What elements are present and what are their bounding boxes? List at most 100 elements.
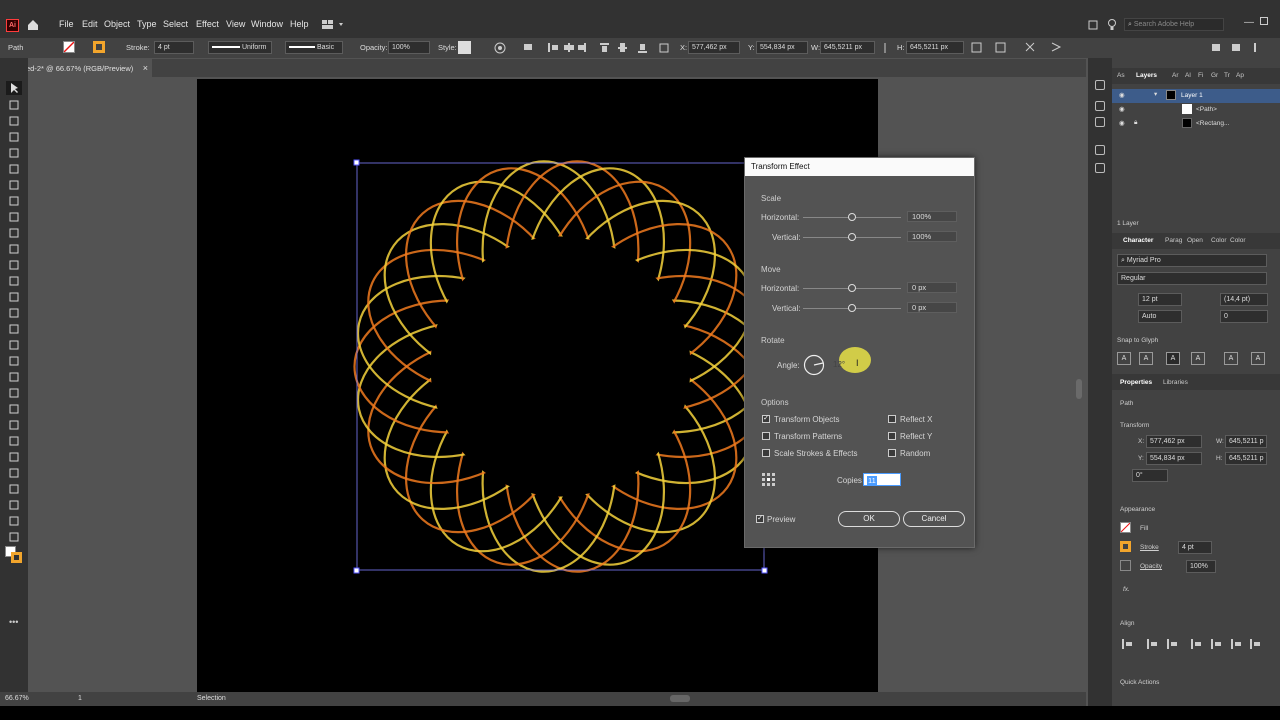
align-icon-4[interactable]: [1211, 639, 1221, 649]
home-icon[interactable]: [27, 19, 39, 31]
rectangle-tool-icon[interactable]: [7, 211, 21, 223]
maximize-icon[interactable]: [1260, 17, 1268, 25]
selection-tool-icon[interactable]: [6, 81, 22, 95]
menu-view[interactable]: View: [226, 19, 245, 29]
arrange-icon[interactable]: [1088, 20, 1098, 30]
type-tool-icon[interactable]: [7, 179, 21, 191]
reference-point-icon[interactable]: [762, 473, 775, 486]
font-size-field[interactable]: 12 pt: [1138, 293, 1182, 306]
paintbrush-tool-icon[interactable]: [7, 243, 21, 255]
tab-properties[interactable]: Properties: [1120, 379, 1152, 386]
y-field[interactable]: 554,834 px: [756, 41, 808, 54]
character-tab-3[interactable]: Color: [1211, 237, 1227, 244]
opacity-label[interactable]: Opacity: [1140, 563, 1162, 570]
transform-patterns-label[interactable]: Transform Patterns: [774, 432, 842, 441]
character-tab-4[interactable]: Color: [1230, 237, 1246, 244]
symbol-tool-icon[interactable]: [7, 451, 21, 463]
stroke-swatch[interactable]: [93, 41, 105, 53]
vertical-scrollbar[interactable]: [1072, 79, 1086, 692]
scale-strokes-label[interactable]: Scale Strokes & Effects: [774, 449, 857, 458]
snap-glyph-icon-4[interactable]: A: [1224, 352, 1238, 365]
warp-tool-icon[interactable]: [7, 323, 21, 335]
recolor-icon[interactable]: [494, 42, 506, 54]
align-icon-0[interactable]: [1122, 639, 1132, 649]
expand-icon[interactable]: ▾: [1154, 90, 1157, 98]
stroke-profile-select[interactable]: Uniform: [208, 41, 272, 54]
layer-row[interactable]: ◉ <Path>: [1112, 103, 1280, 117]
cancel-button[interactable]: Cancel: [903, 511, 965, 527]
eraser-tool-icon[interactable]: [7, 275, 21, 287]
font-style-select[interactable]: Regular: [1117, 272, 1267, 285]
resize-handle[interactable]: [761, 567, 768, 574]
layer-row[interactable]: ◉ 🔒︎ <Rectang...: [1112, 117, 1280, 131]
snap-glyph-icon-2[interactable]: A: [1166, 352, 1180, 365]
align-icon-5[interactable]: [1231, 639, 1241, 649]
eye-icon[interactable]: ◉: [1119, 91, 1125, 99]
menu-type[interactable]: Type: [137, 19, 157, 29]
random-label[interactable]: Random: [900, 449, 930, 458]
align-icon-1[interactable]: [1147, 639, 1157, 649]
rotate-field[interactable]: 0°: [1132, 469, 1168, 482]
stroke-swatch[interactable]: [1120, 541, 1131, 552]
layer-name[interactable]: Layer 1: [1181, 92, 1203, 99]
resize-handle[interactable]: [353, 159, 360, 166]
fill-swatch[interactable]: [63, 41, 75, 53]
lasso-tool-icon[interactable]: [7, 131, 21, 143]
menu-file[interactable]: File: [59, 19, 74, 29]
scale-vertical-knob[interactable]: [848, 233, 856, 241]
panel-icon-4[interactable]: [1095, 163, 1105, 173]
angle-field[interactable]: 12°: [833, 360, 845, 369]
character-tab-1[interactable]: Parag: [1165, 237, 1182, 244]
copies-field[interactable]: 11: [863, 473, 901, 486]
style-swatch[interactable]: [458, 41, 471, 54]
hand-tool-icon[interactable]: [7, 515, 21, 527]
preview-label[interactable]: Preview: [767, 515, 795, 524]
zoom-level[interactable]: 66.67%: [5, 695, 29, 702]
opacity-field[interactable]: 100%: [1186, 560, 1216, 573]
stroke-weight-field[interactable]: 4 pt: [154, 41, 194, 54]
layer-row[interactable]: ◉ ▾ Layer 1: [1112, 89, 1280, 103]
ok-button[interactable]: OK: [838, 511, 900, 527]
layers-tab-4[interactable]: Fi: [1198, 72, 1203, 79]
snap-glyph-icon-3[interactable]: A: [1191, 352, 1205, 365]
slice-tool-icon[interactable]: [7, 499, 21, 511]
angle-dial[interactable]: [803, 354, 825, 376]
align-icon-3[interactable]: [1191, 639, 1201, 649]
leading-field[interactable]: (14,4 pt): [1220, 293, 1268, 306]
perspective-tool-icon[interactable]: [7, 371, 21, 383]
panel-icon-3[interactable]: [1095, 145, 1105, 155]
x-field[interactable]: 577,462 px: [688, 41, 740, 54]
font-family-select[interactable]: ⌕ Myriad Pro: [1117, 254, 1267, 267]
scale-horizontal-knob[interactable]: [848, 213, 856, 221]
menu-select[interactable]: Select: [163, 19, 188, 29]
layers-tab-3[interactable]: Al: [1185, 72, 1191, 79]
move-horizontal-field[interactable]: 0 px: [907, 282, 957, 293]
layer-name[interactable]: <Path>: [1196, 106, 1217, 113]
random-checkbox[interactable]: [888, 449, 896, 457]
layers-tab-7[interactable]: Ap: [1236, 72, 1244, 79]
prop-y-field[interactable]: 554,834 px: [1146, 452, 1202, 465]
reflect-x-label[interactable]: Reflect X: [900, 415, 932, 424]
horizontal-scroll-thumb[interactable]: [670, 695, 690, 702]
move-vertical-knob[interactable]: [848, 304, 856, 312]
layers-tab-5[interactable]: Gr: [1211, 72, 1218, 79]
prop-x-field[interactable]: 577,462 px: [1146, 435, 1202, 448]
move-vertical-field[interactable]: 0 px: [907, 302, 957, 313]
curvature-tool-icon[interactable]: [7, 163, 21, 175]
graph-tool-icon[interactable]: [7, 467, 21, 479]
pen-tool-icon[interactable]: [7, 147, 21, 159]
artboard-number[interactable]: 1: [78, 695, 82, 702]
magic-wand-tool-icon[interactable]: [7, 115, 21, 127]
layers-tab-0[interactable]: As: [1117, 72, 1125, 79]
scroll-thumb[interactable]: [1076, 379, 1082, 399]
zoom-tool-icon[interactable]: [7, 531, 21, 543]
free-transform-tool-icon[interactable]: [7, 339, 21, 351]
stroke-label[interactable]: Stroke: [1140, 544, 1159, 551]
eyedropper-tool-icon[interactable]: [7, 419, 21, 431]
transform-patterns-checkbox[interactable]: [762, 432, 770, 440]
transform-objects-label[interactable]: Transform Objects: [774, 415, 840, 424]
shape-builder-tool-icon[interactable]: [7, 355, 21, 367]
stroke-weight-field[interactable]: 4 pt: [1178, 541, 1212, 554]
preview-checkbox[interactable]: ✓: [756, 515, 764, 523]
transform-tools-icons[interactable]: [970, 41, 1070, 54]
